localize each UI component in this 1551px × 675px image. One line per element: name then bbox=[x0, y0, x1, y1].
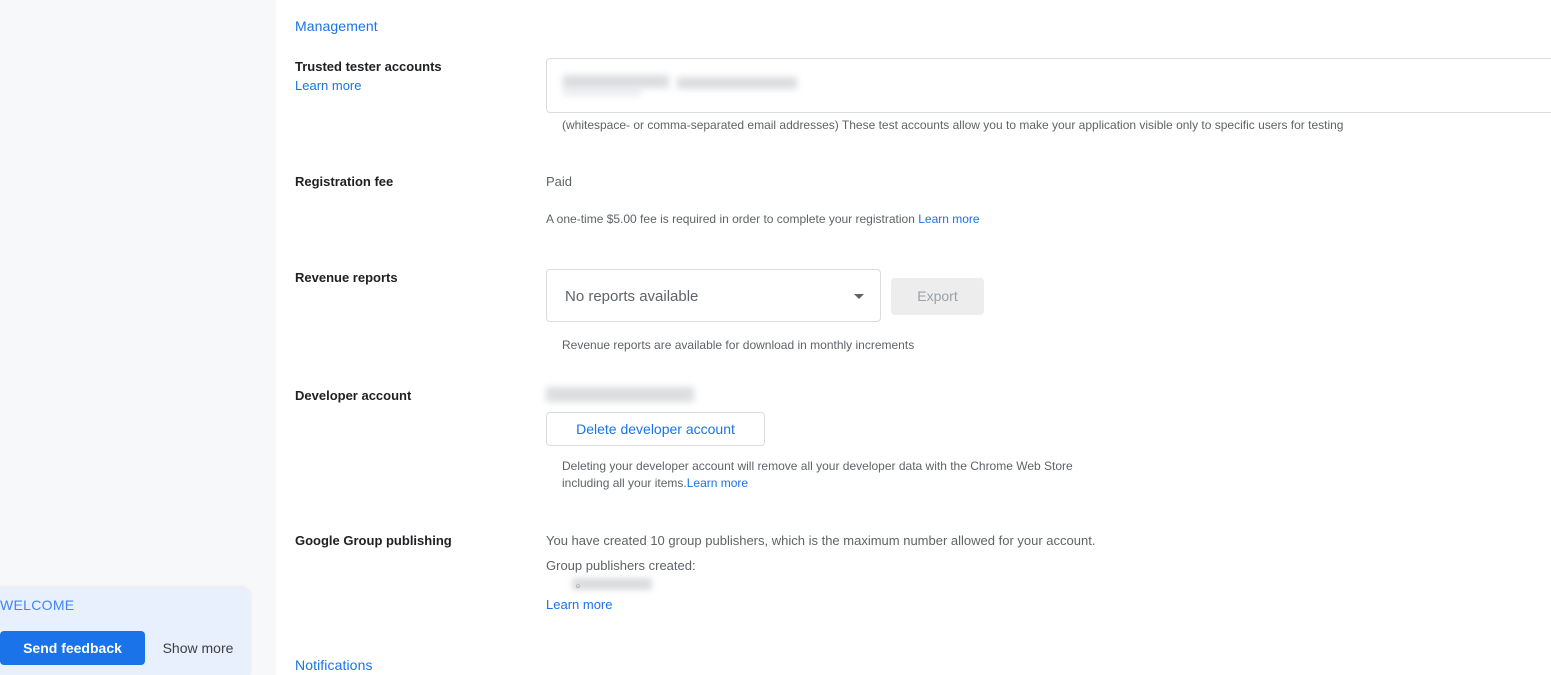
registration-fee-helper-text: A one-time $5.00 fee is required in orde… bbox=[546, 211, 980, 228]
label-revenue-reports: Revenue reports bbox=[295, 270, 398, 285]
revenue-reports-select[interactable]: No reports available bbox=[546, 269, 881, 322]
developer-dashboard-account-page: Management Trusted tester accounts Learn… bbox=[0, 0, 1551, 675]
group-publishing-learn-more-link[interactable]: Learn more bbox=[546, 597, 612, 612]
row-google-group-publishing: Google Group publishing You have created… bbox=[276, 532, 1551, 622]
section-header-notifications: Notifications bbox=[295, 657, 373, 673]
left-rail bbox=[0, 0, 276, 675]
label-google-group-publishing: Google Group publishing bbox=[295, 533, 452, 548]
export-button[interactable]: Export bbox=[891, 278, 984, 315]
group-publishers-created-label: Group publishers created: bbox=[546, 558, 696, 573]
redacted-email-fragment bbox=[677, 77, 797, 89]
redacted-email-fragment bbox=[563, 88, 641, 96]
show-more-button[interactable]: Show more bbox=[148, 631, 248, 665]
feedback-widget: WELCOME Send feedback Show more bbox=[0, 588, 250, 675]
registration-fee-helper-label: A one-time $5.00 fee is required in orde… bbox=[546, 212, 915, 226]
revenue-reports-helper-text: Revenue reports are available for downlo… bbox=[562, 338, 915, 352]
revenue-reports-selected-value: No reports available bbox=[565, 288, 699, 305]
row-revenue-reports: Revenue reports No reports available Exp… bbox=[276, 269, 1551, 364]
label-trusted-tester-accounts: Trusted tester accounts bbox=[295, 59, 442, 74]
developer-account-helper-label: Deleting your developer account will rem… bbox=[562, 459, 1073, 490]
row-trusted-tester-accounts: Trusted tester accounts Learn more (whit… bbox=[276, 58, 1551, 148]
send-feedback-button[interactable]: Send feedback bbox=[0, 631, 145, 665]
redacted-email-fragment bbox=[563, 75, 669, 88]
feedback-widget-title: WELCOME bbox=[0, 597, 75, 613]
chevron-down-icon bbox=[854, 294, 864, 299]
registration-fee-status: Paid bbox=[546, 174, 573, 189]
trusted-testers-helper-text: (whitespace- or comma-separated email ad… bbox=[562, 118, 1344, 132]
section-header-management: Management bbox=[295, 18, 378, 34]
trusted-testers-input[interactable] bbox=[546, 58, 1551, 113]
developer-account-helper-text: Deleting your developer account will rem… bbox=[562, 458, 1082, 492]
row-developer-account: Developer account Delete developer accou… bbox=[276, 387, 1551, 497]
delete-developer-account-button[interactable]: Delete developer account bbox=[546, 412, 765, 446]
redacted-developer-account-email bbox=[546, 387, 694, 402]
label-developer-account: Developer account bbox=[295, 388, 412, 403]
developer-account-learn-more-link[interactable]: Learn more bbox=[687, 476, 748, 490]
group-publishing-summary: You have created 10 group publishers, wh… bbox=[546, 533, 1096, 548]
registration-fee-learn-more-link[interactable]: Learn more bbox=[918, 212, 979, 226]
trusted-testers-learn-more-link[interactable]: Learn more bbox=[295, 78, 361, 93]
label-registration-fee: Registration fee bbox=[295, 174, 394, 189]
row-registration-fee: Registration fee Paid A one-time $5.00 f… bbox=[276, 173, 1551, 243]
redacted-group-publisher-name bbox=[572, 578, 652, 590]
account-settings-content: Management Trusted tester accounts Learn… bbox=[276, 0, 1551, 675]
